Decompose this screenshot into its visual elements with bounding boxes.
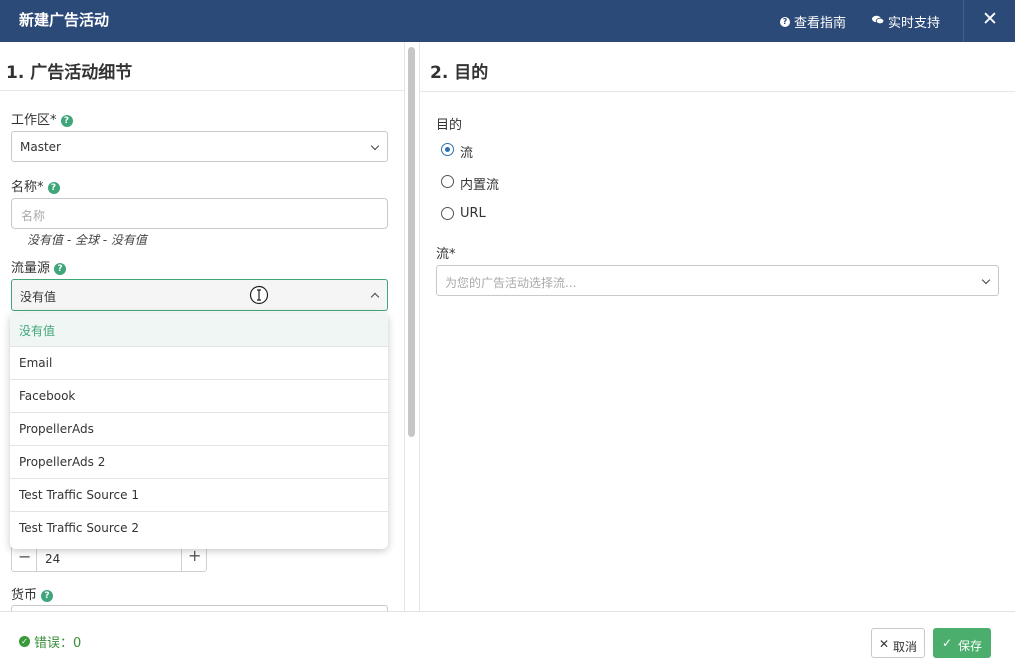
live-support-link[interactable]: 实时支持 [872, 12, 940, 31]
workspace-select[interactable]: Master [11, 131, 388, 162]
traffic-source-value: 没有值 [20, 290, 57, 304]
traffic-source-dropdown: 没有值 Email Facebook PropellerAds Propelle… [10, 313, 388, 549]
left-panel-scrollbar[interactable] [408, 47, 415, 437]
name-preview-hint: 没有值 - 全球 - 没有值 [27, 233, 147, 247]
cancel-button[interactable]: ✕ 取消 [871, 628, 925, 658]
dropdown-option[interactable]: PropellerAds 2 [10, 445, 388, 478]
name-label-text: 名称* [11, 180, 44, 195]
currency-label: 货币? [11, 584, 54, 603]
save-label: 保存 [958, 639, 983, 653]
option-label: Test Traffic Source 2 [19, 521, 139, 535]
dropdown-option[interactable]: Test Traffic Source 1 [10, 478, 388, 511]
radio-flow-label[interactable]: 流 [460, 142, 473, 161]
view-guide-link[interactable]: ? 查看指南 [780, 12, 846, 31]
chevron-up-icon [370, 292, 380, 302]
option-label: Email [19, 356, 53, 370]
traffic-source-label-text: 流量源 [11, 261, 51, 276]
traffic-source-label: 流量源? [11, 257, 67, 276]
dialog-title: 新建广告活动 [19, 11, 110, 29]
section-divider [420, 91, 1015, 92]
help-icon[interactable]: ? [41, 590, 54, 602]
workspace-label: 工作区*? [11, 109, 73, 128]
traffic-source-select[interactable]: 没有值 [11, 279, 388, 311]
radio-built-in-flow[interactable] [441, 175, 454, 188]
section-title-campaign-details: 1. 广告活动细节 [6, 63, 133, 83]
number-stepper[interactable]: − 24 + [11, 545, 207, 572]
destination-label: 目的 [436, 118, 463, 133]
top-bar: 新建广告活动 ? 查看指南 实时支持 ✕ [0, 0, 1015, 42]
cancel-label: 取消 [893, 640, 918, 654]
option-label: PropellerAds 2 [19, 455, 106, 469]
help-icon[interactable]: ? [60, 115, 73, 127]
flow-placeholder: 为您的广告活动选择流... [445, 276, 577, 290]
stepper-value[interactable]: 24 [45, 552, 60, 566]
minus-button[interactable]: − [18, 547, 31, 566]
option-label: Facebook [19, 389, 76, 403]
chevron-down-icon [370, 141, 380, 151]
dropdown-option[interactable]: 没有值 [10, 313, 388, 346]
section-divider [0, 90, 404, 91]
footer-bar: ✓ 错误：0 ✕ 取消 ✓ 保存 [0, 611, 1015, 658]
stepper-divider [36, 546, 37, 571]
dropdown-option[interactable]: Facebook [10, 379, 388, 412]
error-count-label: 错误：0 [34, 636, 82, 651]
check-circle-icon: ✓ [19, 636, 30, 647]
view-guide-label: 查看指南 [794, 16, 847, 31]
option-label: 没有值 [19, 324, 56, 338]
close-icon[interactable]: ✕ [982, 8, 998, 30]
dropdown-option[interactable]: PropellerAds [10, 412, 388, 445]
radio-url[interactable] [441, 207, 454, 220]
dropdown-option[interactable]: Email [10, 346, 388, 379]
panel-divider [404, 42, 405, 611]
dropdown-option[interactable]: Test Traffic Source 2 [10, 511, 388, 544]
name-placeholder: 名称 [21, 209, 46, 223]
stepper-divider [181, 546, 182, 571]
close-icon: ✕ [879, 637, 890, 651]
flow-label: 流* [436, 247, 456, 262]
help-icon[interactable]: ? [54, 263, 67, 275]
option-label: PropellerAds [19, 422, 94, 436]
workspace-label-text: 工作区* [11, 113, 57, 128]
flow-select[interactable]: 为您的广告活动选择流... [436, 265, 999, 296]
radio-flow[interactable] [441, 143, 454, 156]
workspace-value: Master [20, 140, 61, 154]
save-button[interactable]: ✓ 保存 [933, 628, 991, 658]
panel-divider [419, 42, 420, 611]
help-icon[interactable]: ? [47, 182, 60, 194]
chevron-down-icon [981, 275, 991, 285]
name-input[interactable]: 名称 [11, 198, 388, 229]
option-label: Test Traffic Source 1 [19, 488, 139, 502]
live-support-label: 实时支持 [888, 16, 941, 31]
header-divider [963, 0, 964, 42]
text-cursor-icon [249, 285, 269, 305]
currency-label-text: 货币 [11, 588, 38, 603]
name-label: 名称*? [11, 176, 60, 195]
radio-url-label[interactable]: URL [460, 206, 486, 221]
check-icon: ✓ [942, 636, 953, 650]
radio-built-in-flow-label[interactable]: 内置流 [460, 174, 499, 193]
error-count: ✓ 错误：0 [19, 632, 81, 651]
section-title-destination: 2. 目的 [430, 63, 489, 83]
chat-bubbles-icon [872, 14, 885, 29]
question-circle-icon: ? [780, 16, 790, 27]
